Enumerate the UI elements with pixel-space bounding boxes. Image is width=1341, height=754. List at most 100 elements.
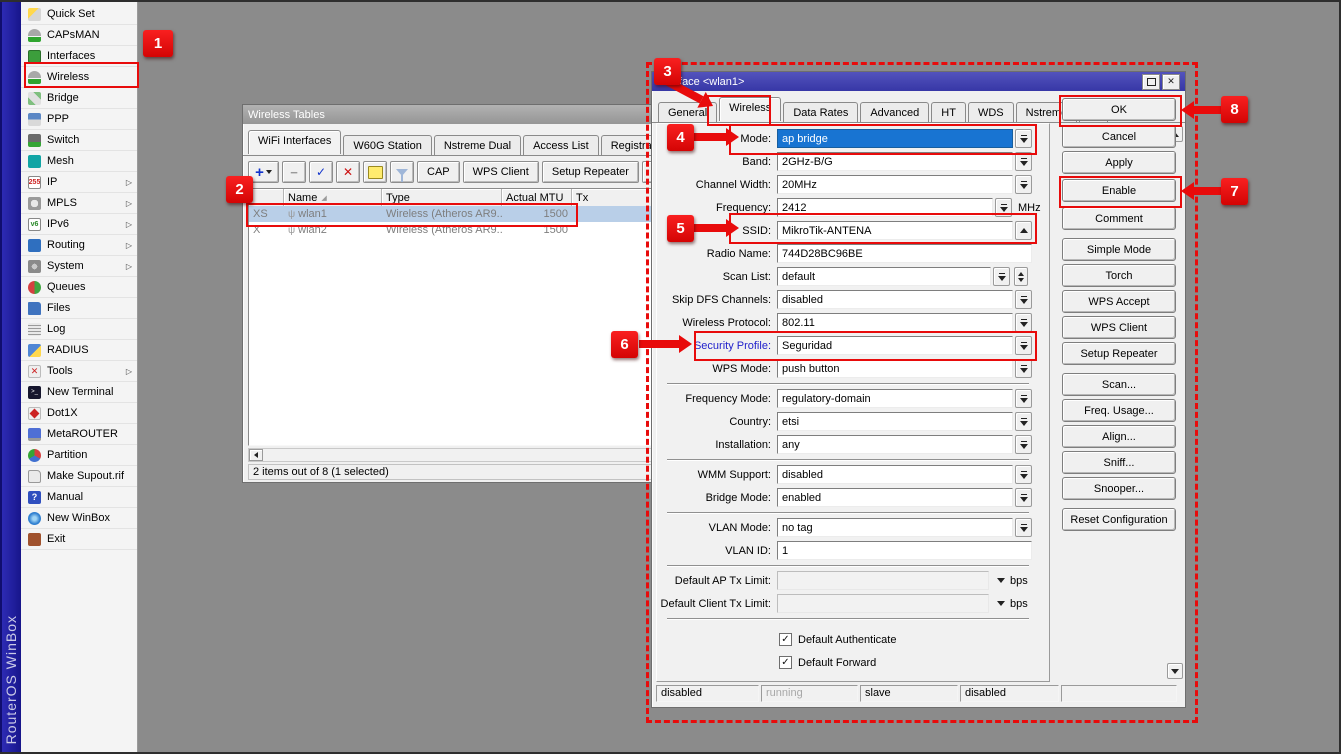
comment-button[interactable]: Comment <box>1062 207 1176 230</box>
sniff-button[interactable]: Sniff... <box>1062 451 1176 474</box>
sidebar-item-ip[interactable]: 255IP▷ <box>21 172 137 193</box>
scan-list-spinner[interactable] <box>1014 267 1028 286</box>
triangle-down-icon[interactable] <box>997 601 1005 606</box>
sidebar-item-wireless[interactable]: Wireless <box>21 67 137 88</box>
sidebar-item-metarouter[interactable]: MetaROUTER <box>21 424 137 445</box>
sidebar-item-capsman[interactable]: CAPsMAN <box>21 25 137 46</box>
setup-repeater-button[interactable]: Setup Repeater <box>1062 342 1176 365</box>
sidebar-item-bridge[interactable]: Bridge <box>21 88 137 109</box>
close-button[interactable]: ✕ <box>1162 74 1180 90</box>
installation-dropdown-button[interactable] <box>1015 435 1032 454</box>
bridge-mode-dropdown-button[interactable] <box>1015 488 1032 507</box>
wps-accept-button[interactable]: WPS Accept <box>1062 290 1176 313</box>
comment-button[interactable] <box>363 161 387 183</box>
sidebar-item-quick-set[interactable]: Quick Set <box>21 4 137 25</box>
apply-button[interactable]: Apply <box>1062 151 1176 174</box>
default-ap-tx-limit-input[interactable] <box>777 571 989 590</box>
mode-combobox[interactable]: ap bridge <box>777 129 1013 148</box>
enable-button[interactable]: Enable <box>1062 179 1176 202</box>
ssid-collapse-button[interactable] <box>1015 221 1032 240</box>
tab-ht[interactable]: HT <box>931 102 966 123</box>
band-combobox[interactable]: 2GHz-B/G <box>777 152 1013 171</box>
freq-usage-button[interactable]: Freq. Usage... <box>1062 399 1176 422</box>
tab-nstreme-dual[interactable]: Nstreme Dual <box>434 135 521 156</box>
sidebar-item-tools[interactable]: ✕Tools▷ <box>21 361 137 382</box>
wmm-support-combobox[interactable]: disabled <box>777 465 1013 484</box>
actual-mtu-column-header[interactable]: Actual MTU <box>502 189 572 206</box>
sidebar-item-ipv6[interactable]: v6IPv6▷ <box>21 214 137 235</box>
skip-dfs-combobox[interactable]: disabled <box>777 290 1013 309</box>
skip-dfs-dropdown-button[interactable] <box>1015 290 1032 309</box>
tab-data-rates[interactable]: Data Rates <box>783 102 858 123</box>
frequency-dropdown-button[interactable] <box>995 198 1012 217</box>
sidebar-item-log[interactable]: Log <box>21 319 137 340</box>
tab-access-list[interactable]: Access List <box>523 135 599 156</box>
sidebar-item-exit[interactable]: Exit <box>21 529 137 550</box>
ok-button[interactable]: OK <box>1062 98 1176 121</box>
sidebar-item-mesh[interactable]: Mesh <box>21 151 137 172</box>
tab-wireless[interactable]: Wireless <box>719 97 781 121</box>
maximize-button[interactable] <box>1142 74 1160 90</box>
country-dropdown-button[interactable] <box>1015 412 1032 431</box>
default-client-tx-limit-input[interactable] <box>777 594 989 613</box>
security-profile-dropdown-button[interactable] <box>1015 336 1032 355</box>
sidebar-item-make-supout[interactable]: Make Supout.rif <box>21 466 137 487</box>
frequency-mode-dropdown-button[interactable] <box>1015 389 1032 408</box>
sidebar-item-ppp[interactable]: PPP <box>21 109 137 130</box>
vlan-id-input[interactable]: 1 <box>777 541 1032 560</box>
tab-wifi-interfaces[interactable]: WiFi Interfaces <box>248 130 341 154</box>
wps-client-toolbar-button[interactable]: WPS Client <box>463 161 539 183</box>
dialog-titlebar[interactable]: Interface <wlan1> ✕ <box>652 72 1185 91</box>
sidebar-item-switch[interactable]: Switch <box>21 130 137 151</box>
wps-mode-dropdown-button[interactable] <box>1015 359 1032 378</box>
installation-combobox[interactable]: any <box>777 435 1013 454</box>
align-button[interactable]: Align... <box>1062 425 1176 448</box>
default-authenticate-checkbox[interactable]: ✓ <box>779 633 792 646</box>
wmm-support-dropdown-button[interactable] <box>1015 465 1032 484</box>
sidebar-item-manual[interactable]: ?Manual <box>21 487 137 508</box>
triangle-down-icon[interactable] <box>997 578 1005 583</box>
remove-button[interactable]: − <box>282 161 306 183</box>
frequency-combobox[interactable]: 2412 <box>777 198 993 217</box>
ssid-input[interactable]: MikroTik-ANTENA <box>777 221 1013 240</box>
wireless-protocol-dropdown-button[interactable] <box>1015 313 1032 332</box>
flags-column-header[interactable] <box>249 189 284 206</box>
country-combobox[interactable]: etsi <box>777 412 1013 431</box>
sidebar-item-new-terminal[interactable]: >_New Terminal <box>21 382 137 403</box>
simple-mode-button[interactable]: Simple Mode <box>1062 238 1176 261</box>
mode-dropdown-button[interactable] <box>1015 129 1032 148</box>
channel-width-dropdown-button[interactable] <box>1015 175 1032 194</box>
filter-button[interactable] <box>390 161 414 183</box>
scroll-down-button[interactable] <box>1167 663 1183 679</box>
reset-configuration-button[interactable]: Reset Configuration <box>1062 508 1176 531</box>
sidebar-item-dot1x[interactable]: Dot1X <box>21 403 137 424</box>
name-column-header[interactable]: Name◢ <box>284 189 382 206</box>
disable-button[interactable]: ✕ <box>336 161 360 183</box>
radio-name-input[interactable]: 744D28BC96BE <box>777 244 1032 263</box>
sidebar-item-new-winbox[interactable]: New WinBox <box>21 508 137 529</box>
sidebar-item-files[interactable]: Files <box>21 298 137 319</box>
sidebar-item-radius[interactable]: RADIUS <box>21 340 137 361</box>
snooper-button[interactable]: Snooper... <box>1062 477 1176 500</box>
sidebar-item-partition[interactable]: Partition <box>21 445 137 466</box>
sidebar-item-queues[interactable]: Queues <box>21 277 137 298</box>
wireless-protocol-combobox[interactable]: 802.11 <box>777 313 1013 332</box>
scan-list-combobox[interactable]: default <box>777 267 991 286</box>
vlan-mode-dropdown-button[interactable] <box>1015 518 1032 537</box>
tab-advanced[interactable]: Advanced <box>860 102 929 123</box>
setup-repeater-toolbar-button[interactable]: Setup Repeater <box>542 161 639 183</box>
cap-button[interactable]: CAP <box>417 161 460 183</box>
scan-button[interactable]: Scan... <box>1062 373 1176 396</box>
channel-width-combobox[interactable]: 20MHz <box>777 175 1013 194</box>
sidebar-item-mpls[interactable]: MPLS▷ <box>21 193 137 214</box>
sidebar-item-interfaces[interactable]: Interfaces <box>21 46 137 67</box>
tab-w60g-station[interactable]: W60G Station <box>343 135 431 156</box>
type-column-header[interactable]: Type <box>382 189 502 206</box>
wps-mode-combobox[interactable]: push button <box>777 359 1013 378</box>
frequency-mode-combobox[interactable]: regulatory-domain <box>777 389 1013 408</box>
enable-button[interactable]: ✓ <box>309 161 333 183</box>
wps-client-button[interactable]: WPS Client <box>1062 316 1176 339</box>
torch-button[interactable]: Torch <box>1062 264 1176 287</box>
bridge-mode-combobox[interactable]: enabled <box>777 488 1013 507</box>
security-profile-combobox[interactable]: Seguridad <box>777 336 1013 355</box>
